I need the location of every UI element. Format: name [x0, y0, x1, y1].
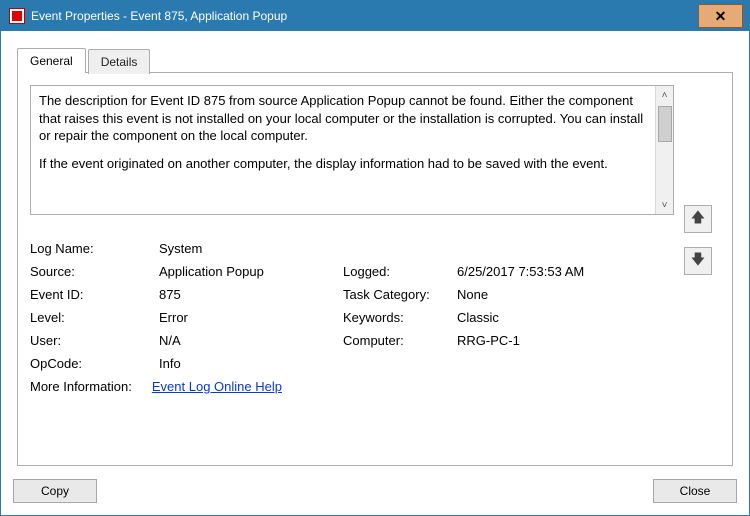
arrow-up-icon: 🡅: [691, 207, 705, 231]
bottom-bar: Copy Close: [13, 479, 737, 503]
label-opcode: OpCode:: [30, 356, 155, 371]
value-taskcategory: None: [457, 287, 674, 302]
description-scrollbar[interactable]: ˄ ˅: [655, 86, 673, 214]
tabs: General Details: [17, 47, 733, 72]
value-opcode: Info: [159, 356, 339, 371]
nav-buttons: 🡅 🡇: [684, 85, 720, 453]
value-eventid: 875: [159, 287, 339, 302]
tab-panel-general: The description for Event ID 875 from so…: [17, 72, 733, 466]
arrow-down-icon: 🡇: [691, 249, 705, 273]
scroll-thumb[interactable]: [658, 106, 672, 142]
prev-event-button[interactable]: 🡅: [684, 205, 712, 233]
next-event-button[interactable]: 🡇: [684, 247, 712, 275]
label-keywords: Keywords:: [343, 310, 453, 325]
body: General Details The description for Even…: [1, 31, 749, 515]
tab-general[interactable]: General: [17, 48, 86, 73]
eventlog-icon: [9, 8, 25, 24]
window-close-button[interactable]: ✕: [698, 4, 743, 28]
link-online-help[interactable]: Event Log Online Help: [152, 379, 282, 394]
label-moreinfo: More Information:: [30, 379, 132, 394]
value-source: Application Popup: [159, 264, 339, 279]
titlebar: Event Properties - Event 875, Applicatio…: [1, 1, 749, 31]
description-para2: If the event originated on another compu…: [39, 155, 647, 173]
event-properties-window: Event Properties - Event 875, Applicatio…: [0, 0, 750, 516]
scroll-up-icon[interactable]: ˄: [656, 86, 673, 104]
value-keywords: Classic: [457, 310, 674, 325]
scroll-down-icon[interactable]: ˅: [656, 196, 673, 214]
more-info-row: More Information: Event Log Online Help: [30, 379, 674, 394]
value-user: N/A: [159, 333, 339, 348]
description-box: The description for Event ID 875 from so…: [30, 85, 674, 215]
properties-grid: Log Name: System Source: Application Pop…: [30, 241, 674, 371]
label-logged: Logged:: [343, 264, 453, 279]
window-title: Event Properties - Event 875, Applicatio…: [31, 9, 698, 23]
tabs-container: General Details The description for Even…: [17, 47, 733, 466]
label-logname: Log Name:: [30, 241, 155, 256]
value-level: Error: [159, 310, 339, 325]
copy-button[interactable]: Copy: [13, 479, 97, 503]
description-text[interactable]: The description for Event ID 875 from so…: [31, 86, 655, 214]
value-logged: 6/25/2017 7:53:53 AM: [457, 264, 674, 279]
label-source: Source:: [30, 264, 155, 279]
close-button[interactable]: Close: [653, 479, 737, 503]
tab-details[interactable]: Details: [88, 49, 151, 74]
label-level: Level:: [30, 310, 155, 325]
value-logname: System: [159, 241, 339, 256]
label-computer: Computer:: [343, 333, 453, 348]
close-icon: ✕: [715, 8, 727, 25]
value-computer: RRG-PC-1: [457, 333, 674, 348]
label-eventid: Event ID:: [30, 287, 155, 302]
label-user: User:: [30, 333, 155, 348]
label-taskcategory: Task Category:: [343, 287, 453, 302]
description-para1: The description for Event ID 875 from so…: [39, 92, 647, 145]
